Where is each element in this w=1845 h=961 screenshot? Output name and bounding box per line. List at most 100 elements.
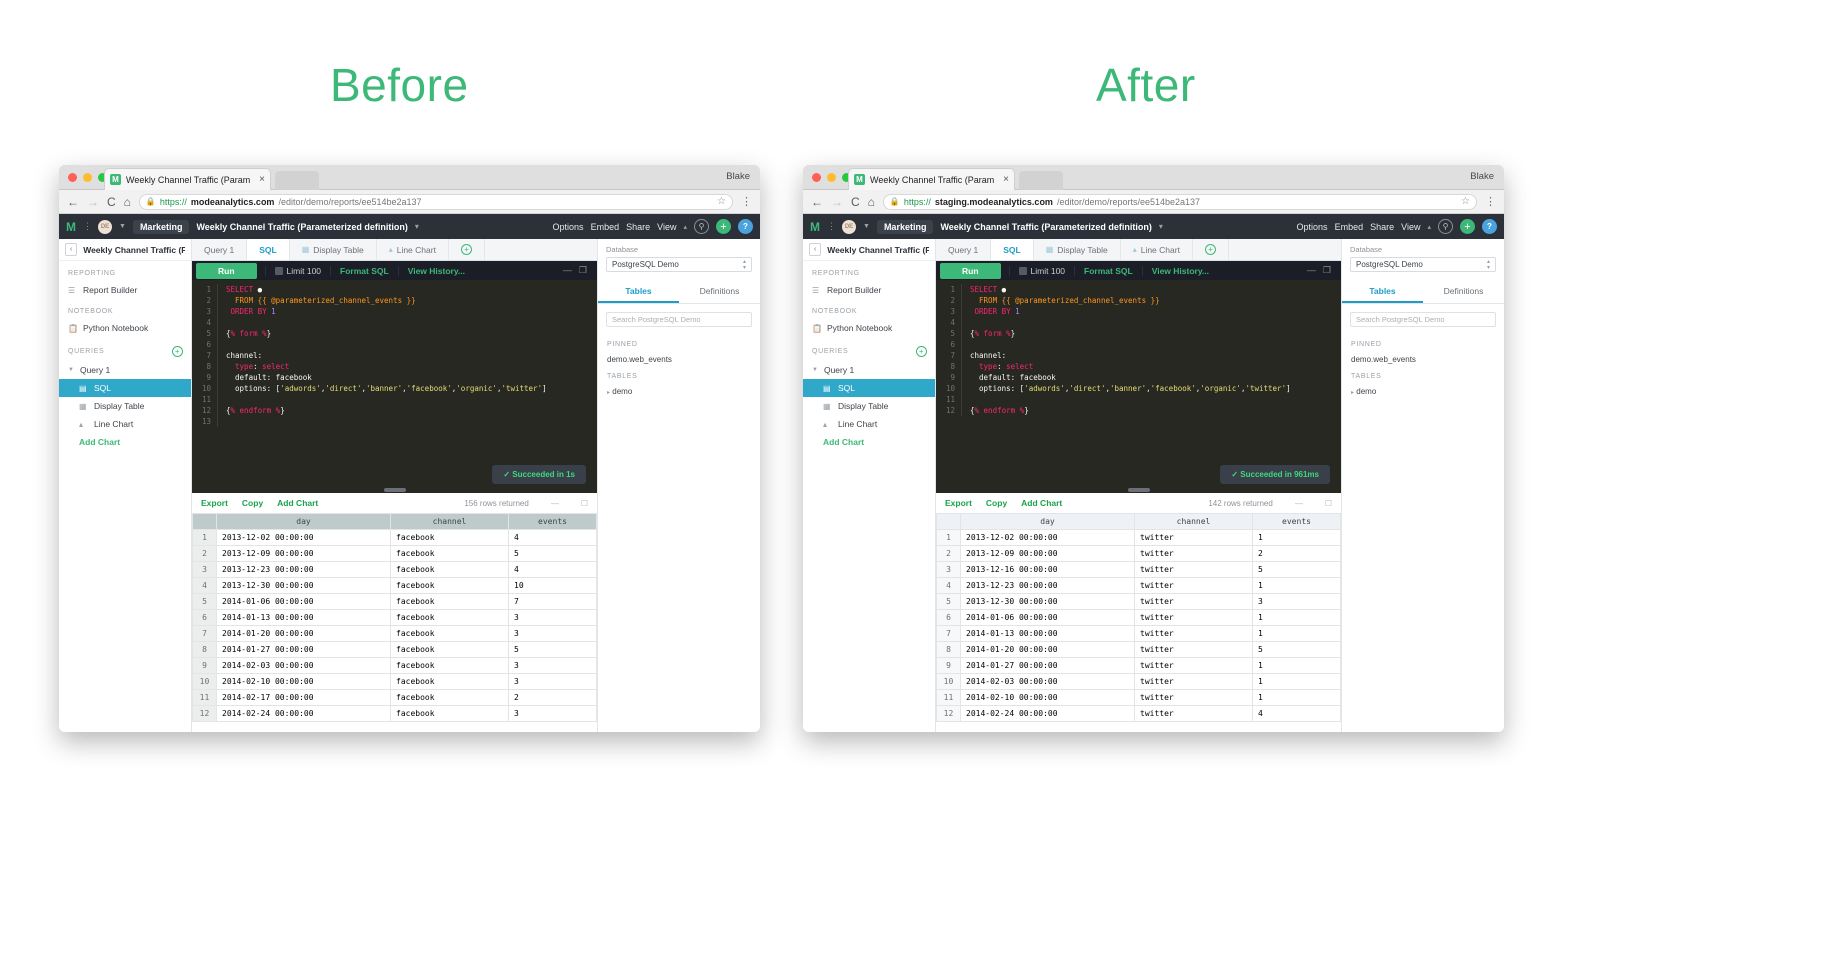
app-menu-icon[interactable]: ⋮ <box>827 221 836 232</box>
close-window-icon[interactable] <box>812 173 821 182</box>
close-icon[interactable]: × <box>259 174 265 185</box>
maximize-results-icon[interactable]: ☐ <box>1325 499 1332 508</box>
database-search-input[interactable]: Search PostgreSQL Demo <box>606 312 752 327</box>
search-icon[interactable]: ⚲ <box>694 219 709 234</box>
sidebar-item-query-1[interactable]: ▼ Query 1 <box>59 361 191 379</box>
table-item-demo[interactable]: ▸ demo <box>598 384 760 399</box>
window-controls[interactable] <box>812 173 851 182</box>
sidebar-item-python-notebook[interactable]: 📋 Python Notebook <box>59 319 191 337</box>
limit-checkbox[interactable]: Limit 100 <box>1008 265 1075 276</box>
options-button[interactable]: Options <box>1297 222 1328 232</box>
app-menu-icon[interactable]: ⋮ <box>83 221 92 232</box>
view-history-button[interactable]: View History... <box>1141 265 1218 276</box>
breadcrumb-workspace[interactable]: Marketing <box>876 219 934 234</box>
tab-display-table[interactable]: ▦ Display Table <box>290 239 377 260</box>
sql-editor[interactable]: Run Limit 100 Format SQL View History...… <box>936 261 1341 493</box>
tab-tables[interactable]: Tables <box>1342 281 1423 303</box>
sidebar-item-query-1[interactable]: ▼ Query 1 <box>803 361 935 379</box>
disclosure-icon[interactable]: ▸ <box>607 390 610 396</box>
sidebar-item-display-table[interactable]: ▦ Display Table <box>803 397 935 415</box>
new-tab-button[interactable] <box>1019 171 1063 190</box>
tab-display-table[interactable]: ▦ Display Table <box>1034 239 1121 260</box>
sidebar-item-report-builder[interactable]: ☰ Report Builder <box>803 281 935 299</box>
add-query-button[interactable]: + <box>172 346 183 357</box>
format-sql-button[interactable]: Format SQL <box>1074 265 1142 276</box>
chevron-down-icon[interactable]: ▼ <box>863 223 870 230</box>
avatar[interactable]: DE <box>842 219 856 234</box>
browser-menu-icon[interactable]: ⋮ <box>741 195 752 208</box>
share-button[interactable]: Share <box>626 222 650 232</box>
mode-logo-icon[interactable]: M <box>810 220 820 234</box>
table-item-demo[interactable]: ▸ demo <box>1342 384 1504 399</box>
format-sql-button[interactable]: Format SQL <box>330 265 398 276</box>
export-button[interactable]: Export <box>945 498 972 508</box>
limit-checkbox[interactable]: Limit 100 <box>264 265 331 276</box>
tab-tables[interactable]: Tables <box>598 281 679 303</box>
bookmark-star-icon[interactable]: ☆ <box>1461 196 1470 207</box>
copy-button[interactable]: Copy <box>242 498 263 508</box>
tab-sql[interactable]: SQL <box>247 239 290 260</box>
code-area[interactable]: 1 2 3 4 5 6 7 8 9 10 11 12 SELECT ● FROM {{ @parame… <box>936 280 1341 416</box>
back-icon[interactable]: ← <box>811 195 823 209</box>
embed-button[interactable]: Embed <box>591 222 620 232</box>
view-button[interactable]: View <box>1401 222 1420 232</box>
add-button[interactable]: + <box>716 219 731 234</box>
view-history-button[interactable]: View History... <box>397 265 474 276</box>
add-tab-button[interactable]: + <box>449 239 485 260</box>
collapse-sidebar-icon[interactable]: ‹ <box>65 243 78 256</box>
browser-tab[interactable]: M Weekly Channel Traffic (Param × <box>848 168 1015 190</box>
minimize-results-icon[interactable]: — <box>1295 499 1303 508</box>
run-button[interactable]: Run <box>940 262 1001 279</box>
bookmark-star-icon[interactable]: ☆ <box>717 196 726 207</box>
browser-profile-name[interactable]: Blake <box>1470 171 1494 182</box>
breadcrumb-workspace[interactable]: Marketing <box>132 219 190 234</box>
close-icon[interactable]: × <box>1003 174 1009 185</box>
view-button[interactable]: View <box>657 222 676 232</box>
minimize-window-icon[interactable] <box>827 173 836 182</box>
window-controls[interactable] <box>68 173 107 182</box>
run-button[interactable]: Run <box>196 262 257 279</box>
sidebar-item-add-chart[interactable]: Add Chart <box>803 433 935 451</box>
chevron-down-icon[interactable]: ▾ <box>1159 222 1163 231</box>
maximize-editor-icon[interactable]: ❐ <box>579 265 587 276</box>
reload-icon[interactable]: C <box>107 195 116 209</box>
disclosure-icon[interactable]: ▸ <box>1351 390 1354 396</box>
address-bar[interactable]: 🔒 https://staging.modeanalytics.com/edit… <box>882 193 1477 210</box>
checkbox-icon[interactable] <box>1018 266 1027 275</box>
code-area[interactable]: 1 2 3 4 5 6 7 8 9 10 11 12 13 SELECT ● FROM {{ @para… <box>192 280 597 427</box>
maximize-results-icon[interactable]: ☐ <box>581 499 588 508</box>
sidebar-item-add-chart[interactable]: Add Chart <box>59 433 191 451</box>
disclosure-icon[interactable]: ▼ <box>812 367 818 373</box>
address-bar[interactable]: 🔒 https://modeanalytics.com/editor/demo/… <box>138 193 733 210</box>
back-icon[interactable]: ← <box>67 195 79 209</box>
sidebar-item-report-builder[interactable]: ☰ Report Builder <box>59 281 191 299</box>
chevron-up-icon[interactable]: ▴ <box>683 223 687 231</box>
tab-line-chart[interactable]: ▴ Line Chart <box>1121 239 1193 260</box>
sidebar-item-line-chart[interactable]: ▴ Line Chart <box>59 415 191 433</box>
help-button[interactable]: ? <box>1482 219 1497 234</box>
resize-handle[interactable] <box>1127 488 1150 492</box>
browser-tab[interactable]: M Weekly Channel Traffic (Param × <box>104 168 271 190</box>
chevron-up-icon[interactable]: ▴ <box>1427 223 1431 231</box>
chevron-down-icon[interactable]: ▼ <box>119 223 126 230</box>
minimize-window-icon[interactable] <box>83 173 92 182</box>
minimize-editor-icon[interactable]: — <box>1307 265 1316 276</box>
add-button[interactable]: + <box>1460 219 1475 234</box>
add-chart-button[interactable]: Add Chart <box>1021 498 1062 508</box>
close-window-icon[interactable] <box>68 173 77 182</box>
reload-icon[interactable]: C <box>851 195 860 209</box>
minimize-editor-icon[interactable]: — <box>563 265 572 276</box>
database-select[interactable]: PostgreSQL Demo ▴ ▾ <box>1350 257 1496 272</box>
browser-menu-icon[interactable]: ⋮ <box>1485 195 1496 208</box>
sidebar-item-line-chart[interactable]: ▴ Line Chart <box>803 415 935 433</box>
tab-query-1[interactable]: Query 1 <box>936 239 992 260</box>
collapse-sidebar-icon[interactable]: ‹ <box>809 243 822 256</box>
help-button[interactable]: ? <box>738 219 753 234</box>
tab-sql[interactable]: SQL <box>991 239 1034 260</box>
pinned-item[interactable]: demo.web_events <box>598 352 760 367</box>
chevron-down-icon[interactable]: ▾ <box>415 222 419 231</box>
tab-line-chart[interactable]: ▴ Line Chart <box>377 239 449 260</box>
search-icon[interactable]: ⚲ <box>1438 219 1453 234</box>
browser-profile-name[interactable]: Blake <box>726 171 750 182</box>
minimize-results-icon[interactable]: — <box>551 499 559 508</box>
